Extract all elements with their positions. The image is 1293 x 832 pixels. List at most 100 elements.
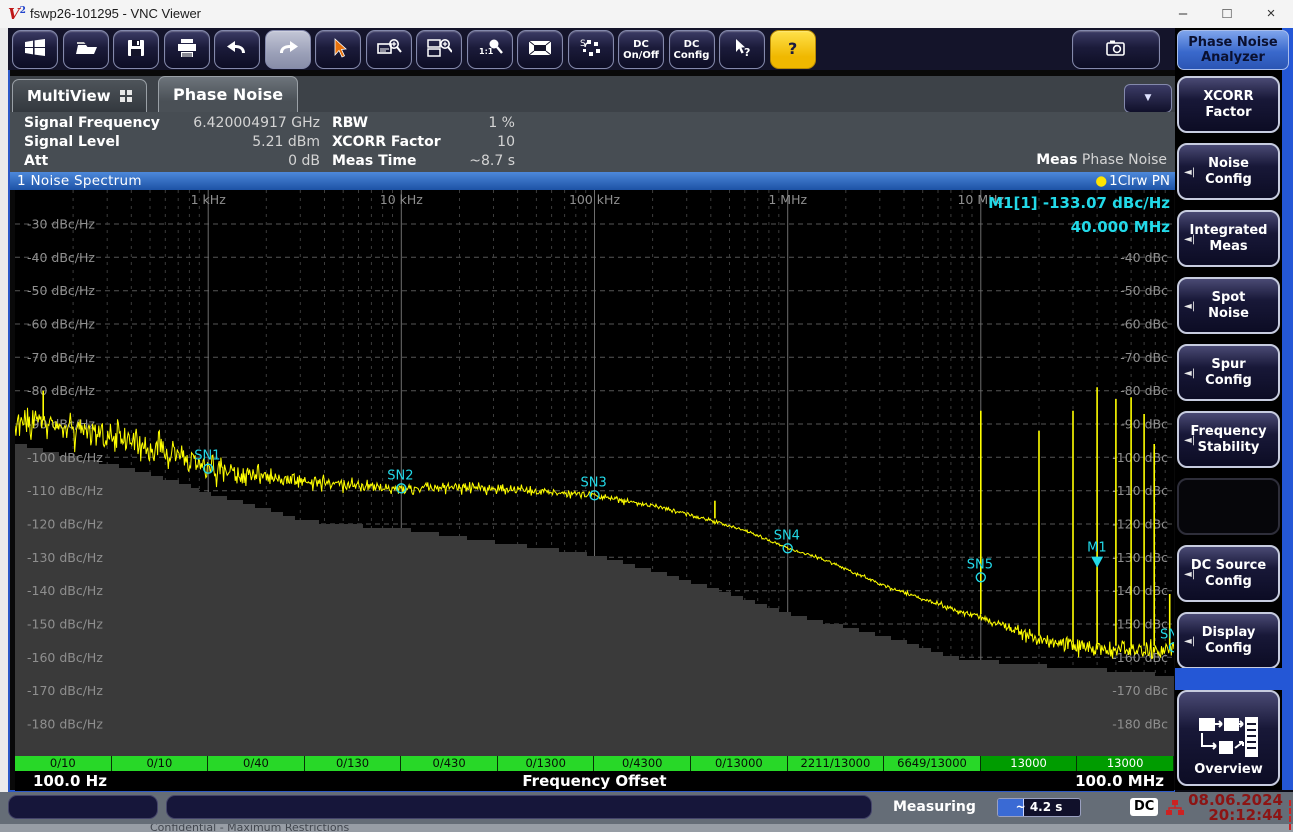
info-value[interactable]: 5.21 dBm (160, 134, 320, 150)
print-button[interactable] (164, 30, 210, 69)
measurement-info-panel: Signal Frequency 6.420004917 GHz Signal … (10, 112, 1175, 172)
svg-text:M1: M1 (1087, 541, 1107, 556)
info-value[interactable]: 1 % (430, 115, 515, 131)
xcorr-segment: 0/10 (112, 756, 209, 771)
submenu-arrow-icon: ◄| (1184, 299, 1195, 315)
result-window-title: 1 Noise Spectrum (17, 172, 142, 190)
svg-text:-170 dBc/Hz: -170 dBc/Hz (27, 683, 103, 698)
softkey-label: Config (1205, 172, 1252, 188)
xcorr-progress-bar: 0/100/100/400/1300/4300/13000/43000/1300… (15, 756, 1174, 771)
single-sweep-button[interactable]: S (568, 30, 614, 69)
softkey-frequency-stability[interactable]: ◄|FrequencyStability (1177, 411, 1280, 468)
save-button[interactable] (113, 30, 159, 69)
result-window-header[interactable]: 1 Noise Spectrum ●1Clrw PN (10, 172, 1175, 190)
info-label: RBW (332, 115, 368, 131)
noise-spectrum-plot[interactable]: -30 dBc/Hz-40 dBc/Hz-50 dBc/Hz-60 dBc/Hz… (15, 190, 1174, 756)
x-axis-title: Frequency Offset (15, 772, 1174, 790)
classification-strip: Confidential - Maximum Restrictions (0, 824, 1293, 832)
button-label: On/Off (623, 50, 659, 61)
softkey-integrated-meas[interactable]: ◄|IntegratedMeas (1177, 210, 1280, 267)
svg-text:-100 dBc/Hz: -100 dBc/Hz (27, 450, 103, 465)
xcorr-segment: 0/430 (401, 756, 498, 771)
app-mode-button[interactable]: Phase Noise Analyzer (1177, 30, 1289, 70)
softkey-spur-config[interactable]: ◄|SpurConfig (1177, 344, 1280, 401)
tab-dropdown-button[interactable]: ▼ (1124, 84, 1172, 113)
windows-button[interactable] (12, 30, 58, 69)
dc-onoff-button[interactable]: DCOn/Off (618, 30, 664, 69)
noise-spectrum-chart[interactable]: -30 dBc/Hz-40 dBc/Hz-50 dBc/Hz-60 dBc/Hz… (15, 190, 1174, 756)
undo-button[interactable] (214, 30, 260, 69)
zoom-area-icon (376, 37, 402, 63)
xcorr-segment: 13000 (1077, 756, 1174, 771)
dc-status-badge[interactable]: DC (1130, 798, 1158, 816)
softkey-label: Config (1205, 574, 1252, 590)
softkey-blank[interactable] (1177, 478, 1280, 535)
progress-time: ~ 4.2 s (998, 800, 1080, 814)
camera-button[interactable] (1072, 30, 1160, 69)
close-button[interactable]: × (1249, 0, 1293, 27)
softkey-xcorr-factor[interactable]: XCORRFactor (1177, 76, 1280, 133)
svg-text:-120 dBc: -120 dBc (1112, 517, 1168, 532)
xcorr-segment: 0/130 (305, 756, 402, 771)
zoom-multi-icon (426, 37, 452, 63)
svg-text:SN3: SN3 (581, 475, 607, 490)
svg-text:-40 dBc: -40 dBc (1120, 250, 1168, 265)
help-pointer-button[interactable]: ? (719, 30, 765, 69)
softkey-display-config[interactable]: ◄|DisplayConfig (1177, 612, 1280, 669)
button-label: DC (633, 39, 649, 50)
button-label: DC (684, 39, 700, 50)
display-button[interactable] (517, 30, 563, 69)
softkey-label: Spot (1212, 290, 1246, 306)
info-value[interactable]: ~8.7 s (430, 153, 515, 169)
network-icon (1166, 800, 1184, 816)
svg-text:-140 dBc/Hz: -140 dBc/Hz (27, 583, 103, 598)
submenu-arrow-icon: ◄| (1184, 567, 1195, 583)
overview-button[interactable]: Overview (1177, 690, 1280, 786)
overview-flow-icon (1198, 716, 1260, 762)
redo-button[interactable] (265, 30, 311, 69)
zoom-multi-button[interactable] (416, 30, 462, 69)
vnc-logo-icon: V2 (8, 5, 26, 23)
svg-text:SN5: SN5 (967, 557, 993, 572)
x-axis-row: 100.0 Hz Frequency Offset 100.0 MHz (15, 771, 1174, 791)
tab-multiview[interactable]: MultiView (12, 79, 147, 112)
svg-text:-180 dBc/Hz: -180 dBc/Hz (27, 717, 103, 732)
open-button[interactable] (63, 30, 109, 69)
time: 20:12:44 (1188, 808, 1283, 823)
status-pill[interactable] (166, 795, 872, 819)
svg-text:-130 dBc/Hz: -130 dBc/Hz (27, 550, 103, 565)
svg-text:-120 dBc/Hz: -120 dBc/Hz (27, 517, 103, 532)
tab-phase-noise[interactable]: Phase Noise (158, 76, 298, 112)
zoom-1to1-button[interactable]: 1:1 (467, 30, 513, 69)
maximize-button[interactable]: □ (1205, 0, 1249, 27)
info-value[interactable]: 10 (430, 134, 515, 150)
svg-text:-60 dBc: -60 dBc (1120, 317, 1168, 332)
softkey-dc-source-config[interactable]: ◄|DC SourceConfig (1177, 545, 1280, 602)
softkey-label: Integrated (1190, 223, 1268, 239)
softkey-label: Noise (1208, 306, 1249, 322)
zoom-area-button[interactable] (366, 30, 412, 69)
xcorr-segment: 0/40 (208, 756, 305, 771)
info-label: Signal Frequency (24, 115, 160, 131)
submenu-arrow-icon: ◄| (1184, 366, 1195, 382)
svg-text:-60 dBc/Hz: -60 dBc/Hz (27, 317, 95, 332)
svg-text:SN6: SN6 (1160, 627, 1174, 642)
svg-text:SN4: SN4 (774, 528, 800, 543)
softkey-label: Stability (1198, 440, 1260, 456)
softkey-noise-config[interactable]: ◄| NoiseConfig (1177, 143, 1280, 200)
svg-text:-80 dBc: -80 dBc (1120, 383, 1168, 398)
classification-red-mark (1281, 800, 1291, 830)
submenu-arrow-icon: ◄| (1184, 165, 1195, 181)
toolbar: 1:1SDCOn/OffDCConfig?? (8, 28, 1175, 70)
minimize-button[interactable]: – (1161, 0, 1205, 27)
svg-text:SN1: SN1 (194, 449, 220, 464)
pointer-button[interactable] (315, 30, 361, 69)
softkey-spot-noise[interactable]: ◄| SpotNoise (1177, 277, 1280, 334)
dc-config-button[interactable]: DCConfig (669, 30, 715, 69)
status-pill[interactable] (8, 795, 158, 819)
info-value[interactable]: 0 dB (160, 153, 320, 169)
help-button[interactable]: ? (770, 30, 816, 69)
softkey-label: DC Source (1191, 558, 1266, 574)
softkey-label: Noise (1208, 156, 1249, 172)
info-value[interactable]: 6.420004917 GHz (160, 115, 320, 131)
